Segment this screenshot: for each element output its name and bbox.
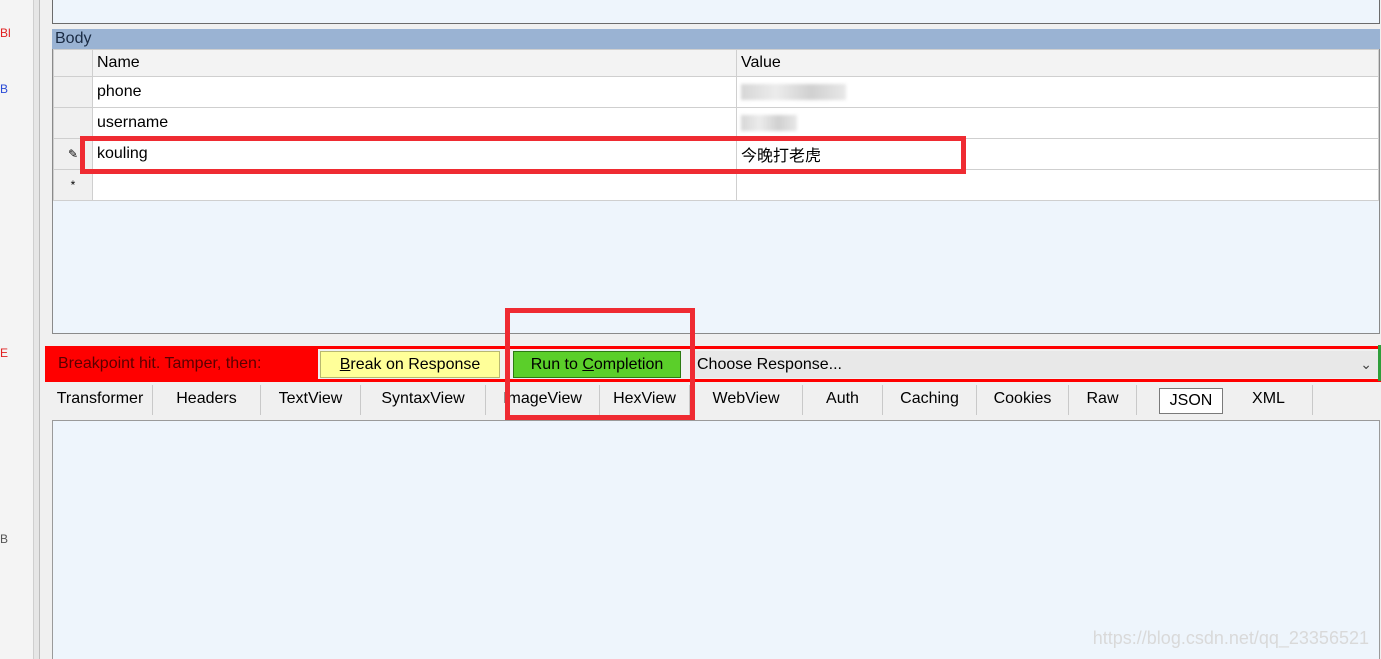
table-row[interactable]: username bbox=[53, 107, 1379, 139]
param-value-cell[interactable] bbox=[736, 107, 1379, 139]
watermark: https://blog.csdn.net/qq_23356521 bbox=[1092, 628, 1369, 648]
tab-imageview[interactable]: ImageView bbox=[486, 385, 600, 415]
row-header-corner bbox=[53, 49, 93, 77]
left-sidebar-strip: Bl B E B bbox=[0, 0, 33, 659]
table-row[interactable]: phone bbox=[53, 76, 1379, 108]
table-row-new[interactable]: * bbox=[53, 169, 1379, 201]
breakpoint-bar: Breakpoint hit. Tamper, then: Break on R… bbox=[45, 346, 1381, 382]
tab-textview[interactable]: TextView bbox=[261, 385, 361, 415]
body-section-header: Body bbox=[52, 29, 1380, 49]
tab-hexview[interactable]: HexView bbox=[600, 385, 690, 415]
table-row[interactable]: ✎ kouling 今晚打老虎 bbox=[53, 138, 1379, 170]
tab-cookies[interactable]: Cookies bbox=[977, 385, 1069, 415]
param-name-cell[interactable] bbox=[92, 169, 737, 201]
response-tabs: Transformer Headers TextView SyntaxView … bbox=[48, 385, 1378, 415]
param-value-cell[interactable] bbox=[736, 76, 1379, 108]
sidebar-fragment-1: Bl bbox=[0, 26, 11, 40]
breakpoint-label: Breakpoint hit. Tamper, then: bbox=[58, 355, 262, 372]
inspector-main: Body Name Value phone username ✎ kouling… bbox=[40, 0, 1381, 659]
tab-xml[interactable]: XML bbox=[1225, 385, 1313, 415]
tab-caching[interactable]: Caching bbox=[883, 385, 977, 415]
redacted-value bbox=[741, 114, 797, 131]
response-content-panel[interactable] bbox=[52, 420, 1380, 659]
tab-webview[interactable]: WebView bbox=[690, 385, 803, 415]
new-row-marker[interactable]: * bbox=[53, 169, 93, 201]
param-value-cell[interactable]: 今晚打老虎 bbox=[736, 138, 1379, 170]
choose-response-dropdown[interactable]: Choose Response... ⌄ bbox=[694, 351, 1378, 378]
row-marker[interactable] bbox=[53, 76, 93, 108]
tab-transformer[interactable]: Transformer bbox=[48, 385, 153, 415]
column-header-name[interactable]: Name bbox=[92, 49, 737, 77]
upper-panel bbox=[52, 0, 1380, 24]
row-edit-marker[interactable]: ✎ bbox=[53, 138, 93, 170]
tab-auth[interactable]: Auth bbox=[803, 385, 883, 415]
sidebar-fragment-2: B bbox=[0, 82, 9, 96]
tab-syntaxview[interactable]: SyntaxView bbox=[361, 385, 486, 415]
param-name-cell[interactable]: username bbox=[92, 107, 737, 139]
tab-json[interactable]: JSON bbox=[1159, 388, 1223, 414]
breakpoint-banner: Breakpoint hit. Tamper, then: bbox=[48, 349, 318, 379]
sidebar-fragment-4: B bbox=[0, 532, 9, 546]
body-grid-panel: Name Value phone username ✎ kouling 今晚打老… bbox=[52, 49, 1380, 334]
column-header-value[interactable]: Value bbox=[736, 49, 1379, 77]
run-to-completion-button[interactable]: Run to Completion bbox=[513, 351, 681, 378]
splitter-handle[interactable] bbox=[33, 0, 40, 659]
redacted-value bbox=[741, 83, 846, 100]
body-grid: Name Value phone username ✎ kouling 今晚打老… bbox=[53, 49, 1379, 201]
row-marker[interactable] bbox=[53, 107, 93, 139]
pencil-icon: ✎ bbox=[67, 147, 79, 161]
param-name-cell[interactable]: kouling bbox=[92, 138, 737, 170]
param-name-cell[interactable]: phone bbox=[92, 76, 737, 108]
param-value-cell[interactable] bbox=[736, 169, 1379, 201]
grid-header-row: Name Value bbox=[53, 49, 1379, 77]
sidebar-fragment-3: E bbox=[0, 346, 9, 360]
break-on-response-button[interactable]: Break on Response bbox=[320, 351, 500, 378]
tab-raw[interactable]: Raw bbox=[1069, 385, 1137, 415]
tab-headers[interactable]: Headers bbox=[153, 385, 261, 415]
chevron-down-icon[interactable]: ⌄ bbox=[1360, 351, 1372, 378]
dropdown-value: Choose Response... bbox=[697, 356, 842, 373]
